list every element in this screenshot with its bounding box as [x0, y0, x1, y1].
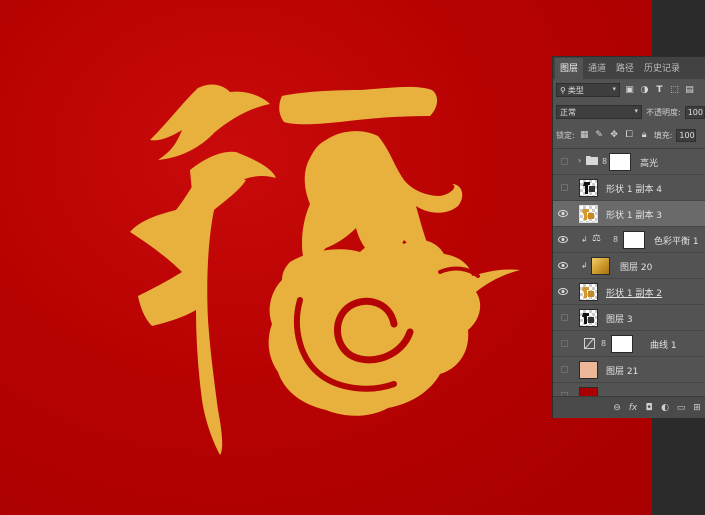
- layer-row[interactable]: › 8 高光: [553, 149, 705, 175]
- visibility-toggle[interactable]: [561, 158, 568, 165]
- lock-all-icon[interactable]: 🔒︎: [639, 130, 650, 141]
- blend-mode-label: 正常: [560, 107, 576, 117]
- layer-row[interactable]: ↲ 图层 20: [553, 253, 705, 279]
- filter-kind-select[interactable]: ⚲ 类型 ▾: [556, 83, 620, 97]
- visibility-toggle[interactable]: [561, 184, 568, 191]
- layer-row[interactable]: 图层 21: [553, 357, 705, 383]
- layer-row[interactable]: 形状 1 副本 3: [553, 201, 705, 227]
- opacity-input[interactable]: 100: [684, 105, 705, 119]
- visibility-toggle[interactable]: [561, 314, 568, 321]
- new-layer-icon[interactable]: ⊞: [692, 403, 702, 413]
- layer-mask-thumbnail[interactable]: [611, 335, 633, 353]
- lock-transparency-icon[interactable]: ▦: [579, 130, 590, 141]
- fill-input[interactable]: 100: [676, 128, 697, 142]
- fill-label: 填充:: [653, 130, 673, 140]
- eye-icon[interactable]: [558, 287, 568, 296]
- layer-thumbnail[interactable]: [579, 361, 598, 379]
- curves-icon: [584, 338, 595, 349]
- lock-label: 锁定:: [556, 130, 575, 140]
- tab-history[interactable]: 历史记录: [639, 58, 685, 79]
- eye-icon[interactable]: [558, 209, 568, 218]
- eye-icon[interactable]: [558, 235, 568, 244]
- shape-filter-icon[interactable]: ⬚: [669, 85, 680, 96]
- layer-name: 形状 1 副本 2: [606, 289, 663, 299]
- image-filter-icon[interactable]: ▣: [624, 85, 635, 96]
- tab-channels[interactable]: 通道: [583, 58, 611, 79]
- link-icon: 8: [613, 235, 619, 244]
- layer-row[interactable]: 8 曲线 1: [553, 331, 705, 357]
- layer-list: › 8 高光 形状 1 副本 4 形状 1 副本 3 ↲ ⚖ 8 色彩平衡 1 …: [553, 148, 705, 397]
- smart-object-filter-icon[interactable]: ▤: [684, 85, 695, 96]
- layer-thumbnail[interactable]: [579, 283, 598, 301]
- layer-row[interactable]: 形状 1 副本 4: [553, 175, 705, 201]
- visibility-toggle[interactable]: [561, 366, 568, 373]
- adjustment-icon[interactable]: ◐: [660, 403, 670, 413]
- tab-layers[interactable]: 图层: [555, 58, 584, 79]
- filter-kind-label: 类型: [567, 85, 584, 95]
- layer-name: 图层 20: [620, 263, 653, 273]
- layer-name: 曲线 1: [650, 341, 677, 351]
- layer-row[interactable]: [553, 383, 705, 397]
- layer-name: 高光: [640, 159, 659, 169]
- layer-row[interactable]: 图层 3: [553, 305, 705, 331]
- blend-mode-select[interactable]: 正常 ▾: [556, 105, 642, 119]
- layers-bottom-toolbar: ⊖ fx ◘ ◐ ▭ ⊞: [553, 396, 705, 418]
- folder-icon: [586, 155, 598, 165]
- layer-thumbnail[interactable]: [579, 205, 598, 223]
- type-filter-icon[interactable]: T: [654, 85, 665, 96]
- mask-icon[interactable]: ◘: [644, 403, 654, 413]
- lock-move-icon[interactable]: ✥: [609, 130, 620, 141]
- adjustment-filter-icon[interactable]: ◑: [639, 85, 650, 96]
- layer-name: 色彩平衡 1: [654, 237, 699, 247]
- layer-name: 形状 1 副本 4: [606, 185, 663, 195]
- lock-brush-icon[interactable]: ✎: [594, 130, 605, 141]
- layer-row[interactable]: ↲ ⚖ 8 色彩平衡 1: [553, 227, 705, 253]
- link-layers-icon[interactable]: ⊖: [612, 403, 622, 413]
- filter-row: ⚲ 类型 ▾ ▣ ◑ T ⬚ ▤: [553, 79, 705, 101]
- panel-tabs: 图层 通道 路径 历史记录: [553, 57, 705, 79]
- lock-artboard-icon[interactable]: ⧠: [624, 130, 635, 141]
- chevron-right-icon[interactable]: ›: [578, 156, 581, 165]
- folder-icon[interactable]: ▭: [676, 403, 686, 413]
- balance-scale-icon: ⚖: [592, 233, 601, 244]
- layer-name: 形状 1 副本 3: [606, 211, 663, 221]
- link-icon: 8: [601, 339, 607, 348]
- visibility-toggle[interactable]: [561, 340, 568, 347]
- layer-thumbnail[interactable]: [591, 257, 610, 275]
- search-icon: ⚲: [560, 85, 566, 95]
- layer-name: 图层 3: [606, 315, 633, 325]
- layer-thumbnail[interactable]: [579, 179, 598, 197]
- layer-thumbnail[interactable]: [579, 309, 598, 327]
- fx-icon[interactable]: fx: [628, 403, 638, 413]
- chevron-down-icon: ▾: [634, 107, 638, 115]
- layer-mask-thumbnail[interactable]: [623, 231, 645, 249]
- clipping-arrow-icon: ↲: [581, 261, 588, 270]
- layer-name: 图层 21: [606, 367, 639, 377]
- link-icon: 8: [602, 157, 608, 166]
- blend-row: 正常 ▾ 不透明度: 100: [553, 101, 705, 123]
- opacity-label: 不透明度:: [646, 107, 681, 117]
- layer-mask-thumbnail[interactable]: [609, 153, 631, 171]
- layer-row[interactable]: 形状 1 副本 2: [553, 279, 705, 305]
- layers-panel: 图层 通道 路径 历史记录 ⚲ 类型 ▾ ▣ ◑ T ⬚ ▤ 正常 ▾ 不透明度…: [552, 56, 705, 418]
- lock-row: 锁定: ▦ ✎ ✥ ⧠ 🔒︎ 填充: 100: [553, 123, 705, 147]
- eye-icon[interactable]: [558, 261, 568, 270]
- chevron-down-icon: ▾: [612, 85, 616, 93]
- tab-paths[interactable]: 路径: [611, 58, 639, 79]
- clipping-arrow-icon: ↲: [581, 235, 588, 244]
